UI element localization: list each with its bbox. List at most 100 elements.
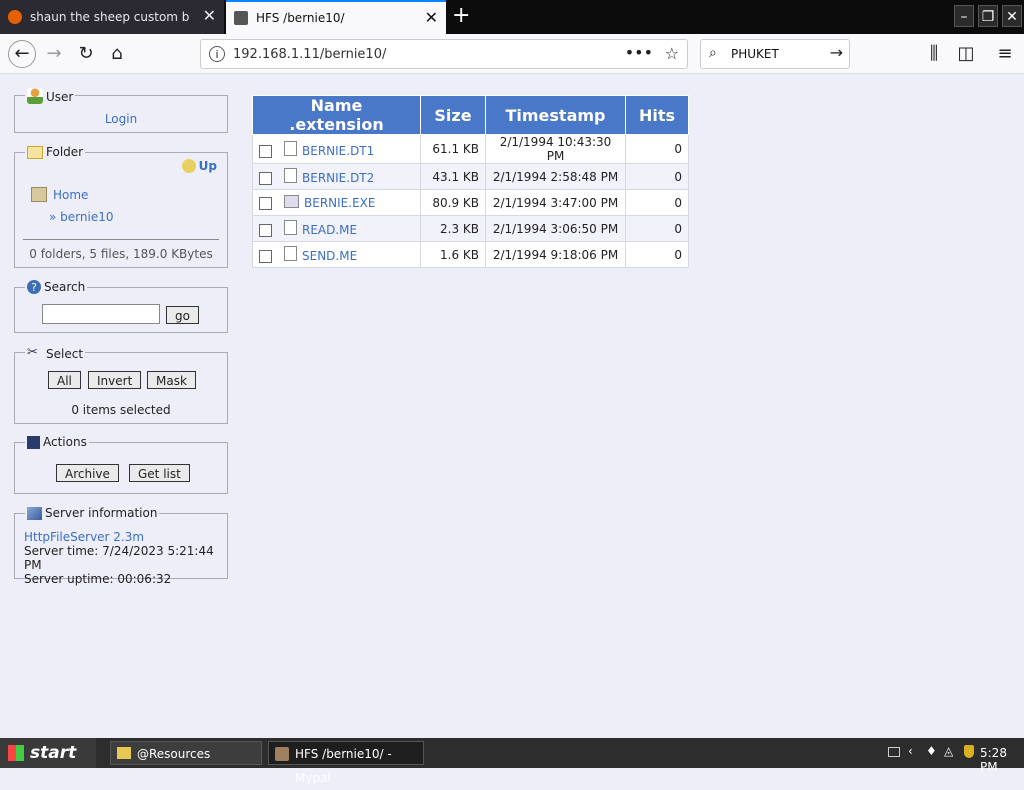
archive-button[interactable]: Archive — [56, 464, 119, 482]
tab-hfs-bernie10[interactable]: HFS /bernie10/ ✕ — [226, 0, 446, 34]
file-link[interactable]: BERNIE.DT1 — [302, 144, 374, 158]
taskbar-item-resources[interactable]: @Resources — [110, 741, 262, 765]
hits-cell: 0 — [625, 134, 689, 164]
sidebar-icon[interactable]: ◫ — [954, 42, 978, 66]
select-all-button[interactable]: All — [48, 371, 81, 389]
search-go-icon[interactable]: → — [830, 43, 843, 62]
table-row: READ.ME 2.3 KB 2/1/1994 3:06:50 PM 0 — [252, 215, 689, 242]
name-cell: BERNIE.EXE — [252, 189, 421, 216]
login-link[interactable]: Login — [105, 112, 137, 126]
server-info-legend: Server information — [25, 506, 160, 520]
search-input[interactable] — [42, 304, 160, 324]
hits-cell: 0 — [625, 163, 689, 190]
column-header-timestamp[interactable]: Timestamp — [485, 95, 626, 135]
search-legend: ? Search — [25, 280, 88, 294]
firefox-icon — [8, 10, 22, 24]
row-checkbox[interactable] — [259, 224, 272, 237]
mask-button[interactable]: Mask — [147, 371, 196, 389]
file-link[interactable]: BERNIE.EXE — [304, 196, 375, 210]
navigation-bar: ← → ↻ ⌂ i 192.168.1.11/bernie10/ ••• ☆ ⌕… — [0, 34, 1024, 74]
tab-shaun-the-sheep[interactable]: shaun the sheep custom birhday e ✕ — [0, 0, 224, 34]
table-row: BERNIE.DT1 61.1 KB 2/1/1994 10:43:30 PM … — [252, 134, 689, 164]
bookmark-star-icon[interactable]: ☆ — [665, 44, 679, 63]
system-tray: ‹ ♦ ◬ 5:28 PM — [874, 738, 1024, 774]
file-link[interactable]: READ.ME — [302, 223, 357, 237]
file-link[interactable]: BERNIE.DT2 — [302, 171, 374, 185]
go-button[interactable]: go — [166, 306, 199, 324]
close-window-icon[interactable]: ✕ — [1002, 5, 1022, 27]
close-tab-icon[interactable]: ✕ — [425, 10, 438, 26]
help-icon: ? — [27, 280, 41, 294]
taskbar-item-label: @Resources — [137, 747, 211, 761]
network-icon[interactable]: ◬ — [944, 744, 953, 758]
column-header-hits[interactable]: Hits — [625, 95, 689, 135]
arrow-icon[interactable]: ‹ — [908, 744, 913, 758]
up-link[interactable]: Up — [181, 159, 217, 173]
exe-icon — [284, 195, 299, 208]
reload-icon[interactable]: ↻ — [74, 42, 98, 66]
home-icon[interactable]: ⌂ — [105, 42, 129, 66]
user-title: User — [46, 90, 74, 104]
user-panel: User Login — [14, 88, 228, 133]
actions-panel: Actions Archive Get list — [14, 435, 228, 494]
tab-title: shaun the sheep custom birhday e — [30, 10, 190, 24]
windows-logo-icon — [8, 745, 24, 761]
row-checkbox[interactable] — [259, 144, 272, 158]
shield-icon[interactable] — [964, 745, 974, 758]
size-cell: 43.1 KB — [420, 163, 486, 190]
search-title: Search — [44, 280, 86, 294]
hfs-icon — [275, 747, 289, 761]
column-header-size[interactable]: Size — [420, 95, 486, 135]
restore-icon[interactable]: ❐ — [978, 5, 998, 27]
back-icon[interactable]: ← — [8, 40, 36, 68]
up-arrow-icon — [181, 159, 196, 173]
table-row: BERNIE.EXE 80.9 KB 2/1/1994 3:47:00 PM 0 — [252, 189, 689, 216]
home-folder-icon — [31, 187, 47, 202]
server-info-title: Server information — [45, 506, 158, 520]
address-bar[interactable]: i 192.168.1.11/bernie10/ ••• ☆ — [200, 39, 688, 69]
close-tab-icon[interactable]: ✕ — [203, 8, 216, 24]
start-button[interactable]: start — [0, 738, 96, 768]
drop-icon[interactable]: ♦ — [926, 744, 937, 758]
info-icon[interactable]: i — [209, 46, 225, 62]
search-icon: ⌕ — [709, 45, 717, 61]
timestamp-cell: 2/1/1994 9:18:06 PM — [485, 241, 626, 268]
row-checkbox[interactable] — [259, 197, 272, 210]
tab-bar: shaun the sheep custom birhday e ✕ HFS /… — [0, 0, 1024, 34]
tab-title: HFS /bernie10/ — [256, 11, 345, 25]
url-text: 192.168.1.11/bernie10/ — [233, 47, 387, 62]
row-checkbox[interactable] — [259, 250, 272, 263]
library-icon[interactable]: ⫼ — [922, 42, 946, 66]
user-icon — [27, 88, 43, 104]
home-link[interactable]: Home — [53, 188, 88, 202]
user-legend: User — [25, 88, 76, 104]
name-cell: BERNIE.DT1 — [252, 134, 421, 164]
timestamp-cell: 2/1/1994 3:47:00 PM — [485, 189, 626, 216]
table-row: SEND.ME 1.6 KB 2/1/1994 9:18:06 PM 0 — [252, 241, 689, 268]
current-folder-link[interactable]: » bernie10 — [49, 210, 113, 224]
hits-cell: 0 — [625, 241, 689, 268]
select-legend: ✂ Select — [25, 345, 86, 361]
get-list-button[interactable]: Get list — [129, 464, 190, 482]
row-checkbox[interactable] — [259, 172, 272, 185]
invert-button[interactable]: Invert — [88, 371, 142, 389]
file-icon — [284, 246, 297, 261]
forward-icon[interactable]: → — [42, 42, 66, 66]
menu-icon[interactable]: ≡ — [993, 42, 1017, 66]
table-row: BERNIE.DT2 43.1 KB 2/1/1994 2:58:48 PM 0 — [252, 163, 689, 190]
minimize-icon[interactable]: – — [954, 5, 974, 27]
file-link[interactable]: SEND.ME — [302, 249, 357, 263]
name-cell: READ.ME — [252, 215, 421, 242]
page-actions-icon[interactable]: ••• — [625, 43, 653, 62]
file-icon — [284, 168, 297, 183]
search-bar[interactable]: ⌕ PHUKET → — [700, 39, 850, 69]
taskbar-item-label: HFS /bernie10/ - Mypal — [295, 747, 392, 785]
file-icon — [284, 220, 297, 235]
search-query: PHUKET — [731, 47, 779, 61]
hfs-version-link[interactable]: HttpFileServer 2.3m — [24, 530, 144, 544]
keyboard-icon[interactable] — [888, 747, 900, 757]
server-info-panel: Server information HttpFileServer 2.3m S… — [14, 506, 228, 586]
new-tab-icon[interactable]: + — [452, 4, 470, 28]
taskbar-item-mypal[interactable]: HFS /bernie10/ - Mypal — [268, 741, 424, 785]
column-header-name[interactable]: Name .extension — [252, 95, 421, 135]
